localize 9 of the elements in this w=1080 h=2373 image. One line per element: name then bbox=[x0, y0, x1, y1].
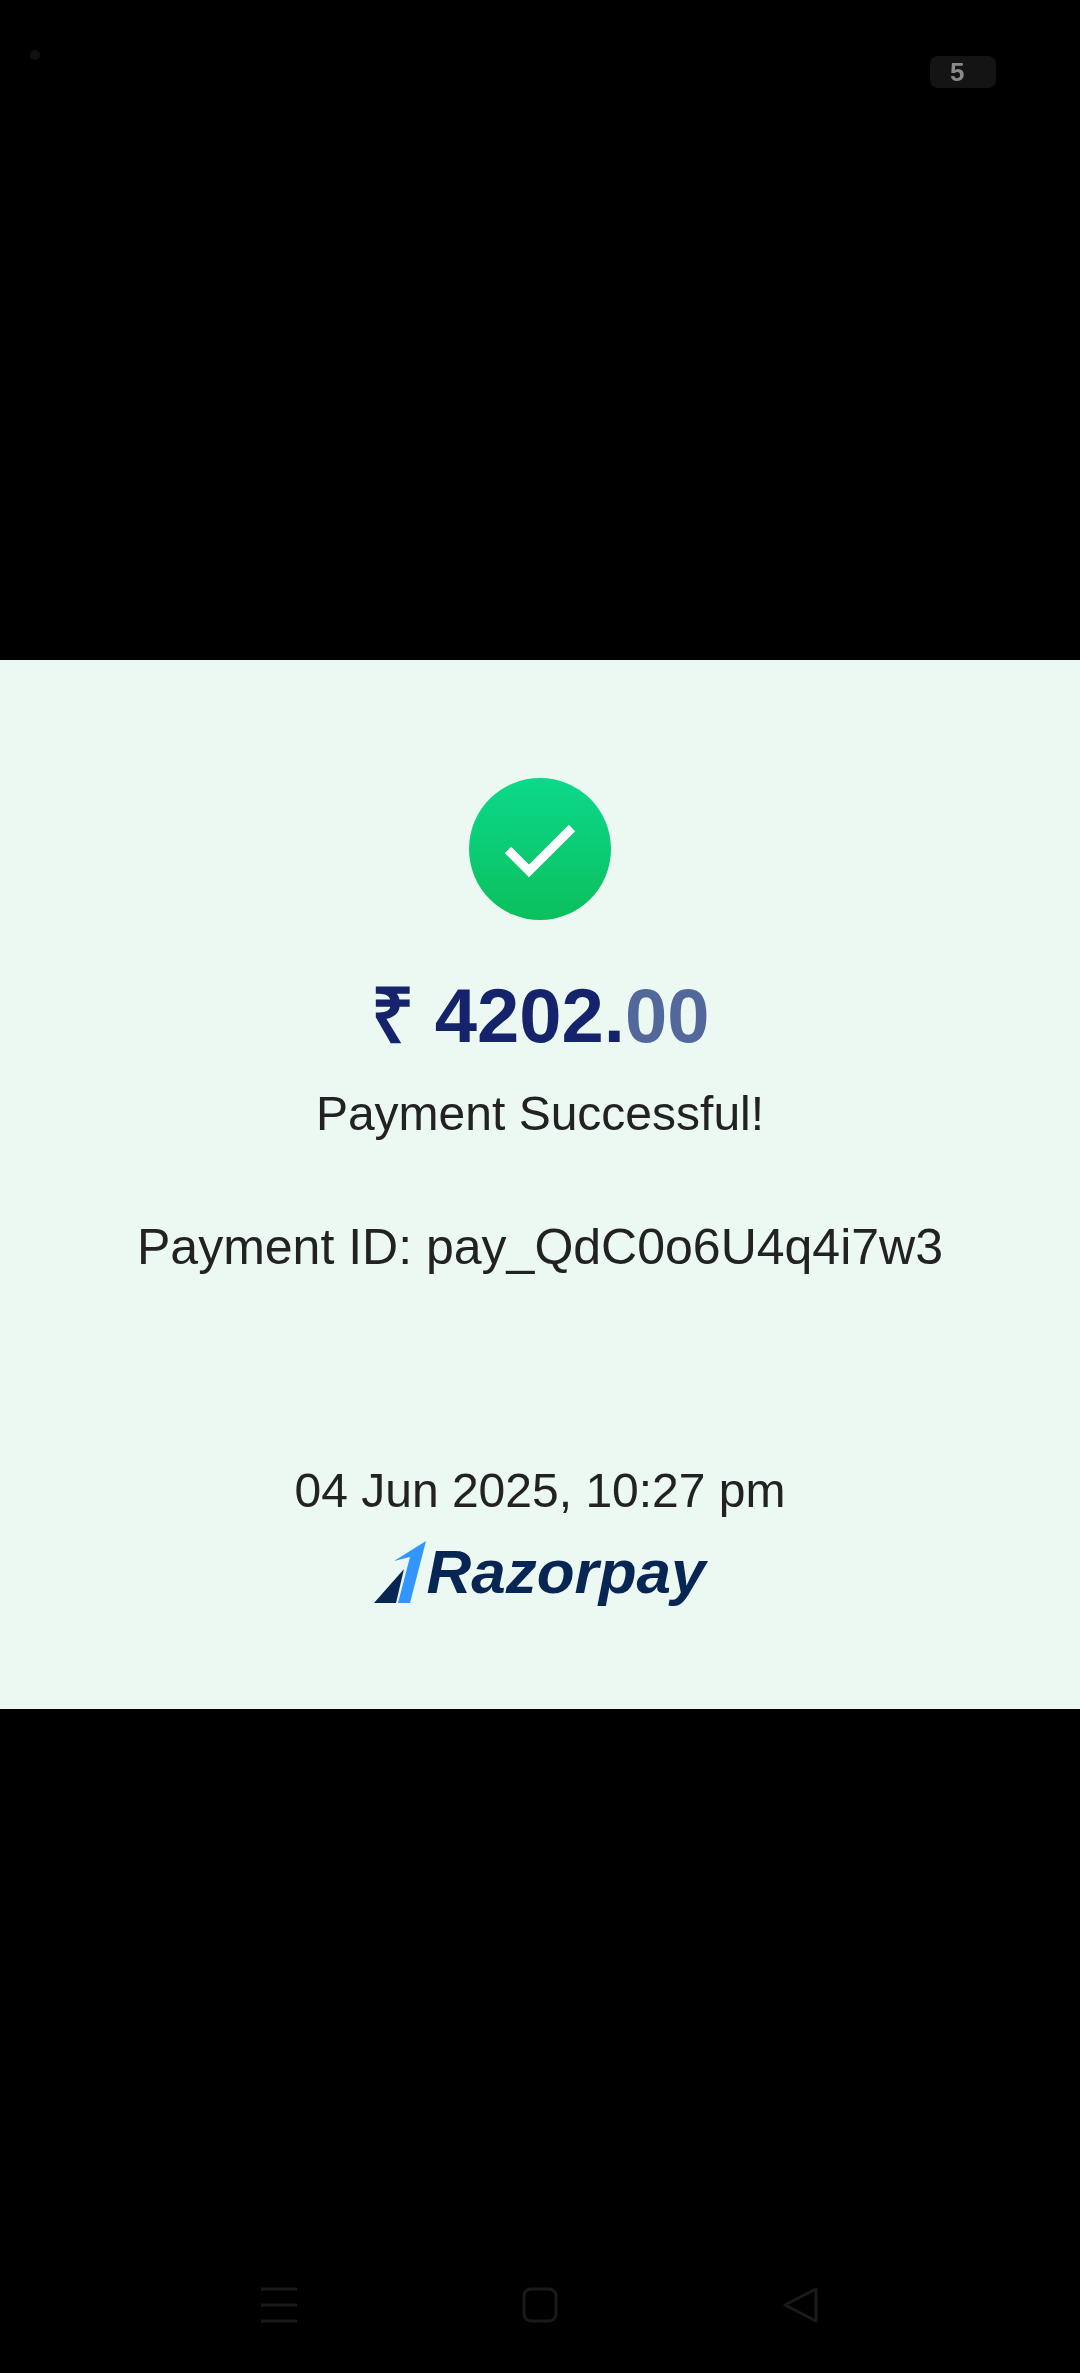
back-icon[interactable] bbox=[783, 2287, 819, 2323]
home-icon[interactable] bbox=[522, 2287, 558, 2323]
menu-icon[interactable] bbox=[261, 2287, 297, 2323]
date-time-text: 04 Jun 2025, 10:27 pm bbox=[294, 1463, 786, 1519]
payment-id-text: Payment ID: pay_QdC0o6U4q4i7w3 bbox=[137, 1218, 943, 1277]
status-message: Payment Successful! bbox=[315, 1086, 765, 1142]
battery-level-text: 5 bbox=[950, 56, 965, 88]
logo-icon bbox=[374, 1541, 427, 1603]
amount-text: ₹ 4202.00 bbox=[370, 978, 710, 1054]
